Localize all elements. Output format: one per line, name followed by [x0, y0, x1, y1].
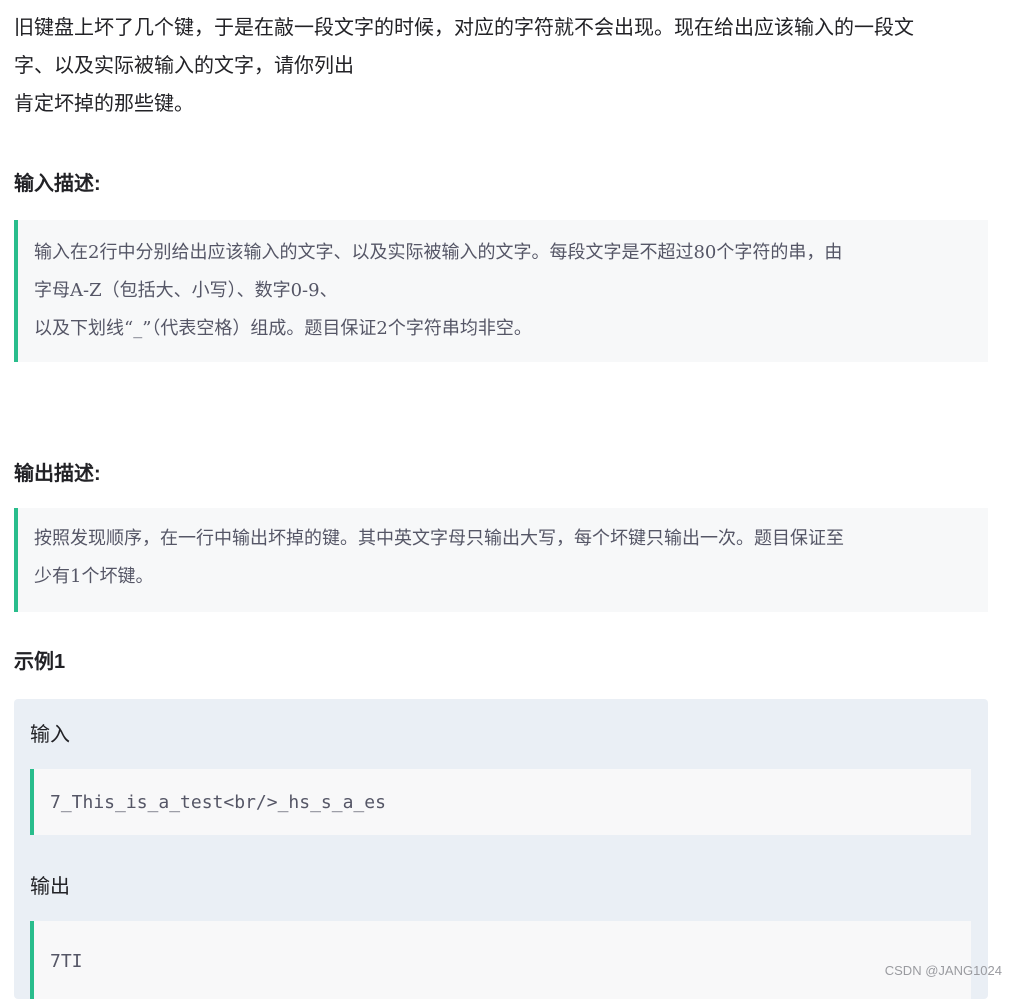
- output-description-quote: 按照发现顺序，在一行中输出坏掉的键。其中英文字母只输出大写，每个坏键只输出一次。…: [14, 508, 988, 612]
- output-description-line: 按照发现顺序，在一行中输出坏掉的键。其中英文字母只输出大写，每个坏键只输出一次。…: [34, 528, 844, 549]
- example-output-value: 7TI: [50, 950, 83, 972]
- description-line: 旧键盘上坏了几个键，于是在敲一段文字的时候，对应的字符就不会出现。现在给出应该输…: [14, 15, 914, 39]
- input-description-line: 以及下划线“_”（代表空格）组成。题目保证2个字符串均非空。: [34, 318, 532, 339]
- csdn-watermark: CSDN @JANG1024: [884, 963, 1002, 978]
- input-description-quote: 输入在2行中分别给出应该输入的文字、以及实际被输入的文字。每段文字是不超过80个…: [14, 220, 988, 362]
- example-box: 输入 7_This_is_a_test<br/>_hs_s_a_es 输出 7T…: [14, 699, 988, 999]
- example-output-code: 7TI: [30, 921, 971, 999]
- input-description-line: 输入在2行中分别给出应该输入的文字、以及实际被输入的文字。每段文字是不超过80个…: [34, 242, 843, 263]
- output-description-heading: 输出描述:: [14, 463, 101, 485]
- description-line: 肯定坏掉的那些键。: [14, 91, 194, 115]
- output-description-line: 少有1个坏键。: [34, 566, 154, 587]
- problem-description: 旧键盘上坏了几个键，于是在敲一段文字的时候，对应的字符就不会出现。现在给出应该输…: [14, 0, 988, 134]
- example-heading: 示例1: [14, 651, 66, 673]
- example-input-label: 输入: [30, 722, 70, 746]
- input-description-line: 字母A-Z（包括大、小写）、数字0-9、: [34, 280, 338, 301]
- example-output-label: 输出: [30, 874, 70, 898]
- input-description-heading: 输入描述:: [14, 173, 101, 195]
- problem-content: 旧键盘上坏了几个键，于是在敲一段文字的时候，对应的字符就不会出现。现在给出应该输…: [14, 0, 988, 999]
- description-line: 字、以及实际被输入的文字，请你列出: [14, 53, 354, 77]
- example-input-value: 7_This_is_a_test<br/>_hs_s_a_es: [50, 791, 386, 813]
- example-input-code: 7_This_is_a_test<br/>_hs_s_a_es: [30, 769, 971, 835]
